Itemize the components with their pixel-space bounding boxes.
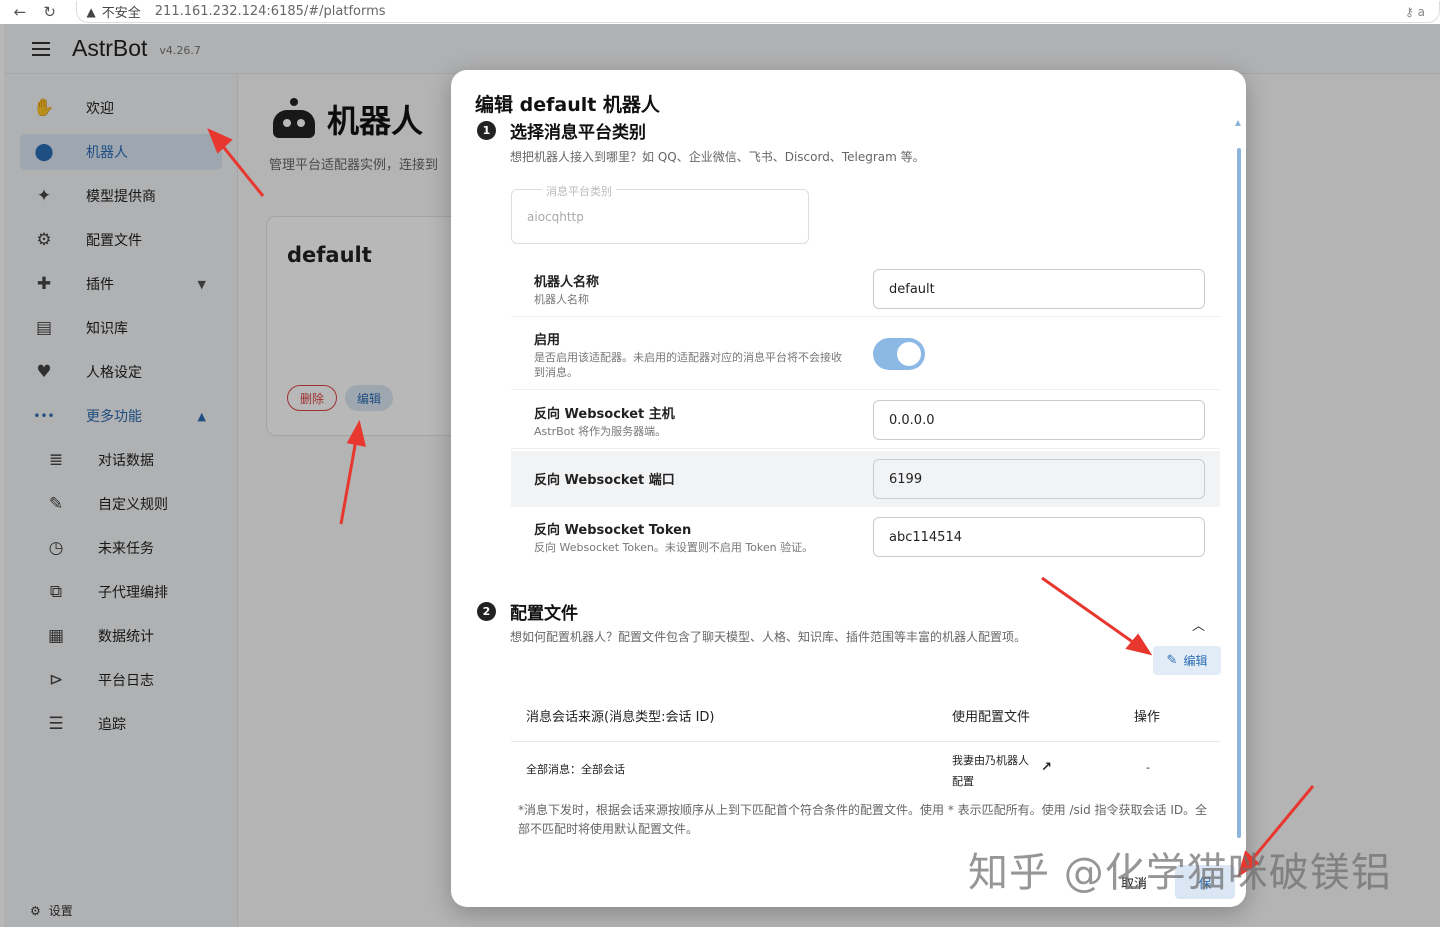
edit-config-button[interactable]: ✎ 编辑 (1153, 646, 1221, 675)
enable-toggle[interactable] (873, 338, 925, 370)
dialog-title: 编辑 default 机器人 (475, 94, 660, 116)
reload-icon[interactable]: ↻ (40, 3, 60, 21)
field-row-enable: 启用 是否启用该适配器。未启用的适配器对应的消息平台将不会接收到消息。 (511, 318, 1220, 390)
pencil-icon: ✎ (1166, 653, 1178, 668)
field-row-ws-port: 反向 Websocket 端口 6199 (511, 451, 1220, 507)
step-description: 想把机器人接入到哪里？如 QQ、企业微信、飞书、Discord、Telegram… (510, 150, 925, 164)
column-header: 消息会话来源(消息类型:会话 ID) (526, 710, 715, 725)
field-row-name: 机器人名称 机器人名称 default (511, 261, 1220, 317)
ws-port-input[interactable]: 6199 (873, 459, 1205, 499)
step-number-icon: 1 (477, 121, 496, 140)
field-row-ws-host: 反向 Websocket 主机 AstrBot 将作为服务器端。 0.0.0.0 (511, 391, 1220, 449)
warning-icon: ▲ (86, 4, 96, 19)
field-description: 是否启用该适配器。未启用的适配器对应的消息平台将不会接收到消息。 (534, 351, 842, 379)
ws-token-input[interactable]: abc114514 (873, 517, 1205, 557)
insecure-label: 不安全 (101, 6, 141, 21)
bot-name-input[interactable]: default (873, 269, 1205, 309)
platform-type-field: 消息平台类别 aiocqhttp (511, 183, 809, 244)
config-table-header: 消息会话来源(消息类型:会话 ID) 使用配置文件 操作 (511, 690, 1220, 742)
browser-address-bar: ← ↻ ▲ 不安全 211.161.232.124:6185/#/platfor… (0, 0, 1440, 24)
step-title: 配置文件 (510, 604, 578, 624)
field-description: 反向 Websocket Token。未设置则不启用 Token 验证。 (534, 541, 814, 554)
field-label: 启用 (534, 333, 561, 348)
url-bar[interactable]: ▲ 不安全 211.161.232.124:6185/#/platforms ⚷… (75, 1, 1440, 23)
table-row: 全部消息：全部会话 我妻由乃机器人配置 ↗ - (511, 742, 1220, 796)
field-label: 反向 Websocket Token (534, 523, 692, 538)
column-header: 使用配置文件 (952, 710, 1031, 725)
step-description: 想如何配置机器人？配置文件包含了聊天模型、人格、知识库、插件范围等丰富的机器人配… (510, 630, 1027, 644)
scrollbar[interactable] (1237, 148, 1241, 838)
key-icon[interactable]: ⚷ a (1405, 5, 1425, 19)
watermark: 知乎 @化学猫咪破镁铝 (968, 850, 1392, 896)
ws-host-input[interactable]: 0.0.0.0 (873, 400, 1205, 440)
url-text[interactable]: 211.161.232.124:6185/#/platforms (155, 4, 386, 19)
edit-bot-dialog: 编辑 default 机器人 ▲ 1 选择消息平台类别 想把机器人接入到哪里？如… (451, 70, 1246, 907)
field-legend: 消息平台类别 (542, 183, 616, 199)
open-link-icon[interactable]: ↗ (1041, 760, 1052, 775)
chevron-up-icon[interactable]: ︿ (1192, 615, 1205, 634)
scroll-up-icon[interactable]: ▲ (1235, 118, 1241, 127)
field-description: AstrBot 将作为服务器端。 (534, 425, 667, 438)
session-source-cell: 全部消息：全部会话 (526, 763, 625, 776)
translate-label: a (1417, 4, 1425, 19)
field-row-ws-token: 反向 Websocket Token 反向 Websocket Token。未设… (511, 508, 1220, 564)
field-label: 机器人名称 (534, 275, 600, 290)
field-description: 机器人名称 (534, 293, 589, 306)
column-header: 操作 (1134, 710, 1161, 725)
action-cell: - (1146, 761, 1150, 774)
field-label: 反向 Websocket 端口 (534, 473, 675, 488)
step-1-header: 1 选择消息平台类别 (477, 118, 646, 143)
config-match-note: *消息下发时，根据会话来源按顺序从上到下匹配首个符合条件的配置文件。使用 * 表… (518, 803, 1208, 836)
step-number-icon: 2 (477, 602, 496, 621)
edit-config-label: 编辑 (1183, 654, 1208, 668)
step-title: 选择消息平台类别 (510, 123, 646, 143)
step-2-header: 2 配置文件 (477, 599, 578, 624)
field-label: 反向 Websocket 主机 (534, 407, 675, 422)
config-name-link[interactable]: 我妻由乃机器人配置 (952, 750, 1032, 792)
platform-type-value: aiocqhttp (527, 210, 584, 224)
back-arrow-icon[interactable]: ← (10, 3, 30, 21)
